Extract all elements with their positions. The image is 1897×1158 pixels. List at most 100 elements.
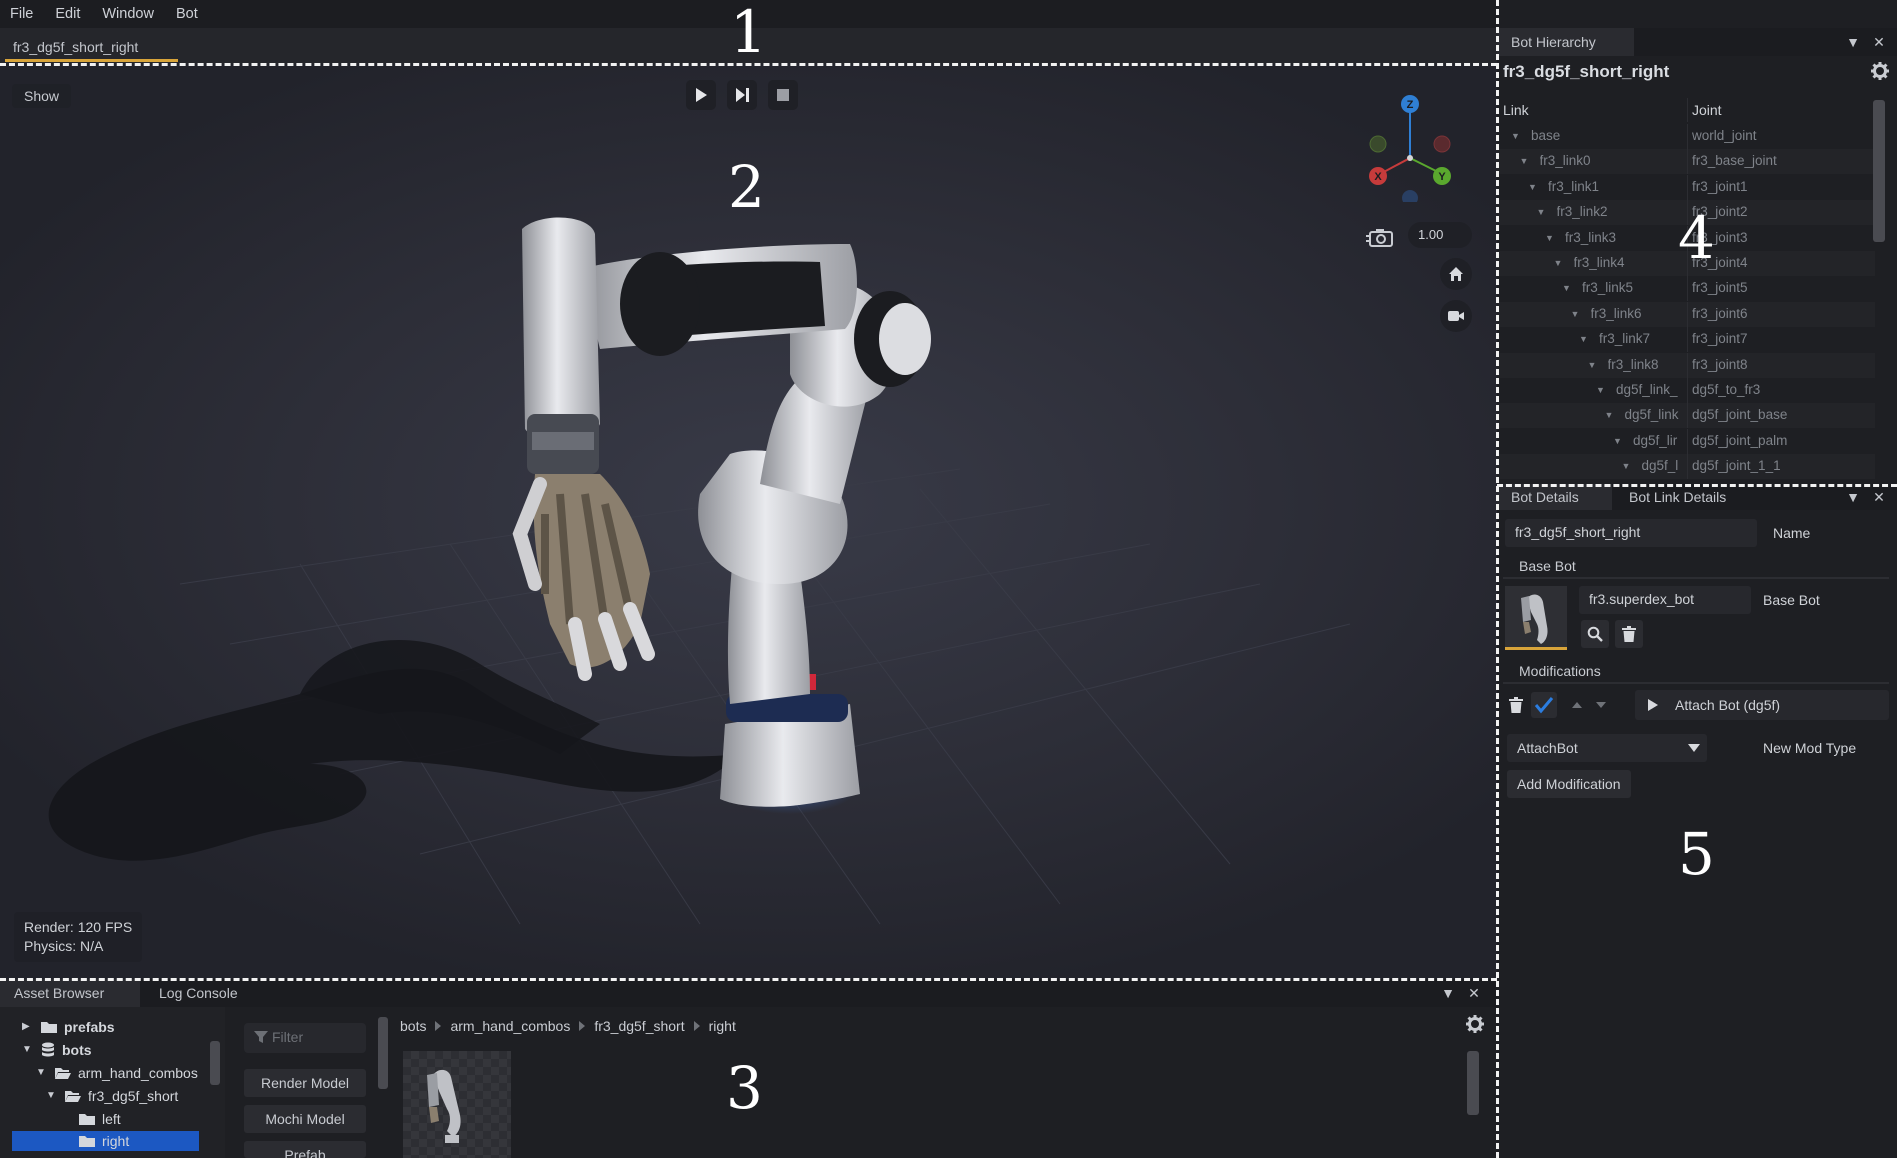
region-divider [1496,0,1499,1158]
expand-down-icon[interactable]: ▼ [1579,334,1588,344]
region-divider [1497,484,1897,487]
menu-file[interactable]: File [10,6,33,22]
breadcrumb-right[interactable]: right [709,1018,736,1034]
play-button[interactable] [686,80,716,110]
menu-edit[interactable]: Edit [55,6,80,22]
joint-name: fr3_joint7 [1692,331,1748,347]
delete-base-bot-button[interactable] [1615,620,1643,648]
tree-item-fr3-dg5f-short[interactable]: ▼ fr3_dg5f_short [46,1084,178,1107]
expand-right-icon: ▶ [22,1021,30,1032]
hierarchy-row[interactable]: ▼ fr3_link5 fr3_joint5 [1497,276,1875,302]
modifications-section[interactable]: Modifications [1503,660,1889,684]
show-button[interactable]: Show [12,84,72,108]
breadcrumb-arm-hand-combos[interactable]: arm_hand_combos [450,1018,570,1034]
gear-icon[interactable] [1871,62,1889,80]
menu-window[interactable]: Window [102,6,154,22]
hierarchy-row[interactable]: ▼ dg5f_lir dg5f_joint_palm [1497,428,1875,454]
base-bot-field[interactable]: fr3.superdex_bot [1579,586,1751,614]
bot-name-field[interactable]: fr3_dg5f_short_right [1505,519,1757,547]
details-tabs: Bot Details Bot Link Details ▼ ✕ [1497,484,1897,510]
column-joint[interactable]: Joint [1692,102,1722,118]
menu-bot[interactable]: Bot [176,6,198,22]
link-name: fr3_link5 [1582,280,1634,296]
filter-render-model[interactable]: Render Model [244,1069,366,1097]
filter-scrollbar[interactable] [378,1017,388,1089]
hierarchy-scrollbar[interactable] [1873,100,1885,242]
tab-bot-link-details[interactable]: Bot Link Details [1615,484,1740,510]
hierarchy-row[interactable]: ▼ fr3_link0 fr3_base_joint [1497,149,1875,175]
expand-down-icon[interactable]: ▼ [1613,436,1622,446]
expand-down-icon[interactable]: ▼ [1596,385,1605,395]
breadcrumb-bots[interactable]: bots [400,1018,426,1034]
modification-enabled-checkbox[interactable] [1531,692,1557,718]
hierarchy-row[interactable]: ▼ fr3_link8 fr3_joint8 [1497,352,1875,378]
modification-item[interactable]: Attach Bot (dg5f) [1635,690,1889,720]
camera-speed-field[interactable]: 1.00 [1408,222,1472,248]
name-label: Name [1773,525,1811,541]
tab-bot-details[interactable]: Bot Details [1497,484,1612,510]
joint-name: dg5f_to_fr3 [1692,382,1761,397]
panel-menu-icon[interactable]: ▼ [1440,985,1456,1001]
column-link[interactable]: Link [1503,102,1529,118]
tab-bot-hierarchy[interactable]: Bot Hierarchy [1497,28,1634,56]
panel-menu-icon[interactable]: ▼ [1845,34,1861,50]
hierarchy-row[interactable]: ▼ fr3_link1 fr3_joint1 [1497,174,1875,200]
physics-status: Physics: N/A [24,938,104,954]
hierarchy-row[interactable]: ▼ dg5f_link dg5f_joint_base [1497,403,1875,429]
document-tab[interactable]: fr3_dg5f_short_right [5,36,178,62]
joint-name: fr3_base_joint [1692,153,1777,169]
hierarchy-row[interactable]: ▼ fr3_link6 fr3_joint6 [1497,301,1875,327]
search-base-bot-button[interactable] [1581,620,1609,648]
asset-thumbnail[interactable] [403,1051,511,1158]
chevron-right-icon [435,1021,442,1031]
tree-item-left[interactable]: left [78,1107,121,1130]
expand-down-icon[interactable]: ▼ [1622,461,1631,471]
move-up-icon[interactable] [1571,700,1583,710]
check-icon [1534,697,1554,714]
filter-prefab[interactable]: Prefab [244,1141,366,1158]
tree-item-prefabs[interactable]: ▶ prefabs [22,1015,115,1038]
expand-down-icon[interactable]: ▼ [1571,309,1580,319]
add-modification-button[interactable]: Add Modification [1507,770,1631,798]
close-icon[interactable]: ✕ [1871,489,1887,505]
tree-item-arm-hand-combos[interactable]: ▼ arm_hand_combos [36,1061,198,1084]
hierarchy-row[interactable]: ▼ dg5f_l dg5f_joint_1_1 [1497,454,1875,480]
expand-down-icon[interactable]: ▼ [1528,182,1537,192]
folder-open-icon [55,1067,71,1079]
expand-down-icon[interactable]: ▼ [1511,131,1520,141]
hierarchy-rows: ▼ base world_joint ▼ fr3_link0 fr3_base_joint… [1497,124,1875,480]
expand-down-icon[interactable]: ▼ [1520,156,1529,166]
home-view-button[interactable] [1440,258,1472,290]
trash-icon[interactable] [1509,697,1523,713]
orientation-gizmo[interactable]: Z X Y [1362,92,1462,202]
tab-asset-browser[interactable]: Asset Browser [0,979,140,1007]
expand-down-icon[interactable]: ▼ [1605,410,1614,420]
stop-button[interactable] [768,80,798,110]
close-icon[interactable]: ✕ [1466,985,1482,1001]
close-icon[interactable]: ✕ [1871,34,1887,50]
hierarchy-row[interactable]: ▼ fr3_link7 fr3_joint7 [1497,327,1875,353]
tree-scrollbar[interactable] [210,1041,220,1085]
expand-down-icon[interactable]: ▼ [1545,233,1554,243]
step-button[interactable] [727,80,757,110]
filter-mochi-model[interactable]: Mochi Model [244,1105,366,1133]
move-down-icon[interactable] [1595,700,1607,710]
expand-down-icon[interactable]: ▼ [1588,360,1597,370]
tree-item-bots[interactable]: ▼ bots [22,1038,92,1061]
tab-log-console[interactable]: Log Console [145,979,252,1007]
gear-icon[interactable] [1466,1015,1484,1033]
expand-down-icon[interactable]: ▼ [1562,283,1571,293]
camera-view-button[interactable] [1440,300,1472,332]
hierarchy-row[interactable]: ▼ dg5f_link_ dg5f_to_fr3 [1497,378,1875,403]
expand-down-icon[interactable]: ▼ [1537,207,1546,217]
base-bot-section[interactable]: Base Bot [1503,555,1889,579]
panel-menu-icon[interactable]: ▼ [1845,489,1861,505]
breadcrumb-fr3-dg5f-short[interactable]: fr3_dg5f_short [594,1018,684,1034]
tree-item-right-selected[interactable]: right [12,1131,199,1151]
filter-input[interactable]: Filter [244,1023,366,1053]
hierarchy-row[interactable]: ▼ base world_joint [1497,124,1875,149]
region-label-3: 3 [726,1054,763,1122]
new-mod-type-select[interactable]: AttachBot [1507,734,1707,762]
expand-down-icon[interactable]: ▼ [1554,258,1563,268]
asset-scrollbar[interactable] [1467,1051,1479,1115]
